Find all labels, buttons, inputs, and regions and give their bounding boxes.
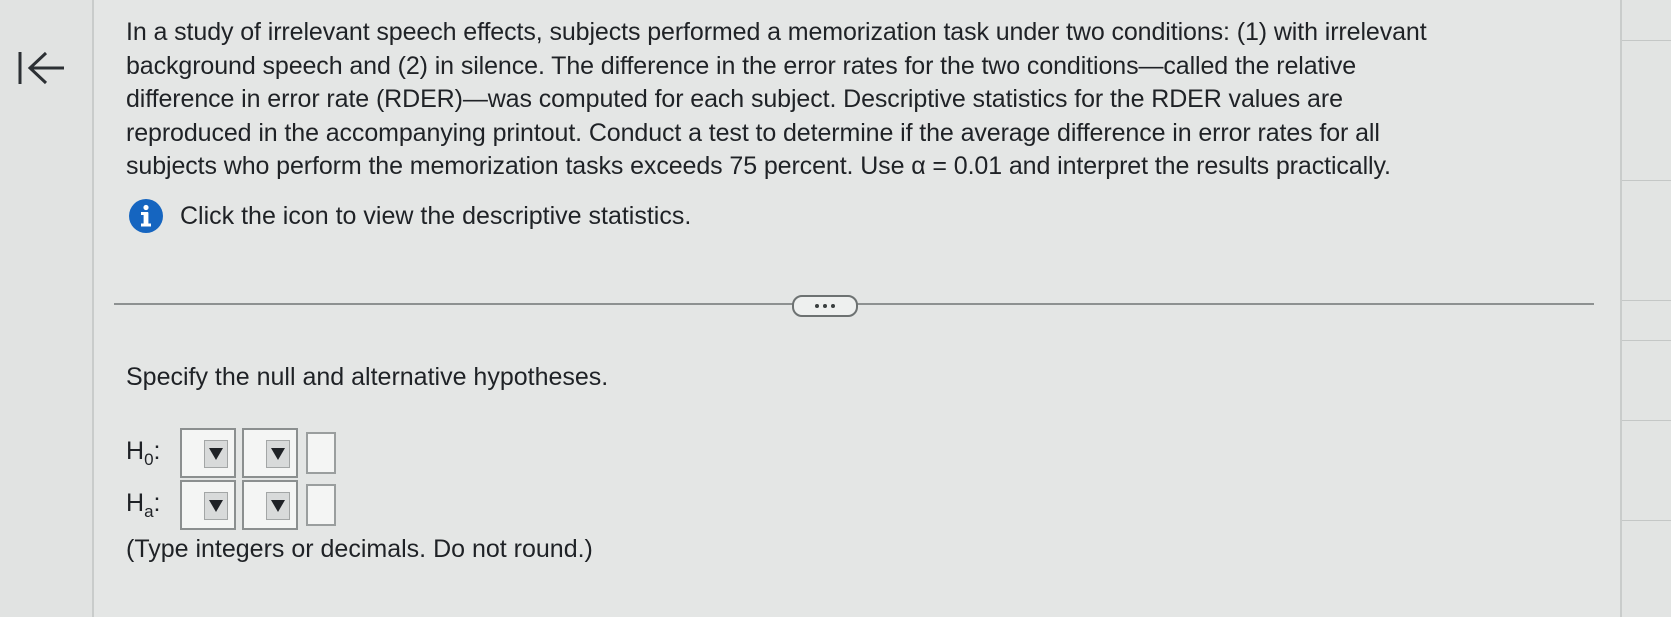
- ha-value-input[interactable]: [306, 484, 336, 526]
- chevron-down-icon: [266, 440, 290, 468]
- right-rail: [1620, 0, 1671, 617]
- ha-label: Ha:: [126, 488, 161, 521]
- chevron-down-icon: [204, 440, 228, 468]
- left-rail: [0, 0, 94, 617]
- h0-value-input[interactable]: [306, 432, 336, 474]
- h0-relation-dropdown[interactable]: [242, 428, 298, 478]
- info-icon[interactable]: [128, 198, 164, 234]
- question-content: In a study of irrelevant speech effects,…: [92, 0, 1620, 617]
- problem-line: difference in error rate (RDER)—was comp…: [126, 85, 1343, 113]
- collapse-panel-button[interactable]: [14, 44, 70, 92]
- problem-line: In a study of irrelevant speech effects,…: [126, 18, 1427, 46]
- question-prompt: Specify the null and alternative hypothe…: [126, 363, 609, 391]
- chevron-down-icon: [204, 492, 228, 520]
- problem-line: reproduced in the accompanying printout.…: [126, 118, 1380, 147]
- expand-more-button[interactable]: [792, 295, 858, 317]
- problem-line: background speech and (2) in silence. Th…: [126, 51, 1357, 80]
- problem-line: subjects who perform the memorization ta…: [126, 152, 1391, 180]
- ha-parameter-dropdown[interactable]: [180, 480, 236, 530]
- chevron-down-icon: [266, 492, 290, 520]
- h0-label: H0:: [126, 436, 161, 469]
- problem-statement: In a study of irrelevant speech effects,…: [126, 16, 1626, 184]
- collapse-left-arrow-icon: [18, 51, 64, 85]
- h0-row: H0:: [126, 428, 336, 478]
- info-text: Click the icon to view the descriptive s…: [180, 201, 692, 230]
- h0-parameter-dropdown[interactable]: [180, 428, 236, 478]
- ellipsis-icon: [815, 304, 819, 308]
- ha-row: Ha:: [126, 480, 336, 530]
- info-row: Click the icon to view the descriptive s…: [128, 198, 691, 234]
- answer-format-note: (Type integers or decimals. Do not round…: [126, 535, 593, 563]
- ha-relation-dropdown[interactable]: [242, 480, 298, 530]
